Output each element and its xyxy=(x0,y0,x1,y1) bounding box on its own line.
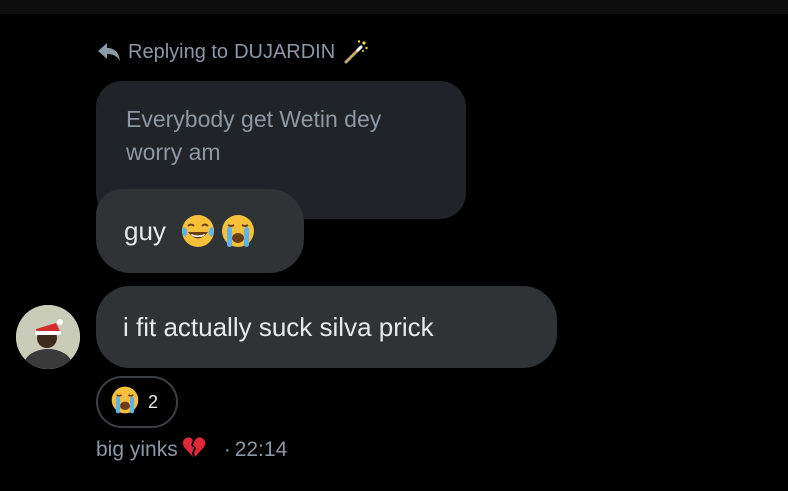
reaction-button[interactable]: 2 xyxy=(96,376,178,428)
magic-wand-icon xyxy=(341,39,369,65)
message-bubble[interactable]: guy xyxy=(96,189,304,273)
message-bubble[interactable]: i fit actually suck silva prick xyxy=(96,286,557,368)
loudly-crying-face-icon xyxy=(110,385,140,420)
reply-prefix: Replying to xyxy=(128,40,229,63)
loudly-crying-face-icon xyxy=(220,213,256,249)
timestamp: 22:14 xyxy=(234,438,288,461)
face-with-tears-of-joy-icon xyxy=(180,213,216,249)
meta-separator: · xyxy=(223,438,231,461)
quoted-message-text: Everybody get Wetin dey worry am xyxy=(126,106,382,165)
reply-context[interactable]: Replying to DUJARDIN xyxy=(96,38,369,66)
sender-name[interactable]: big yinks xyxy=(96,438,178,462)
reply-arrow-icon xyxy=(96,41,122,63)
message-text: i fit actually suck silva prick xyxy=(123,311,434,342)
top-bar xyxy=(0,0,788,14)
reply-target-name[interactable]: DUJARDIN xyxy=(234,41,335,64)
reaction-count: 2 xyxy=(148,391,159,412)
avatar[interactable] xyxy=(16,305,80,369)
message-text: guy xyxy=(124,215,166,246)
message-meta: big yinks · 22:14 xyxy=(96,436,287,464)
broken-heart-icon xyxy=(182,436,206,464)
